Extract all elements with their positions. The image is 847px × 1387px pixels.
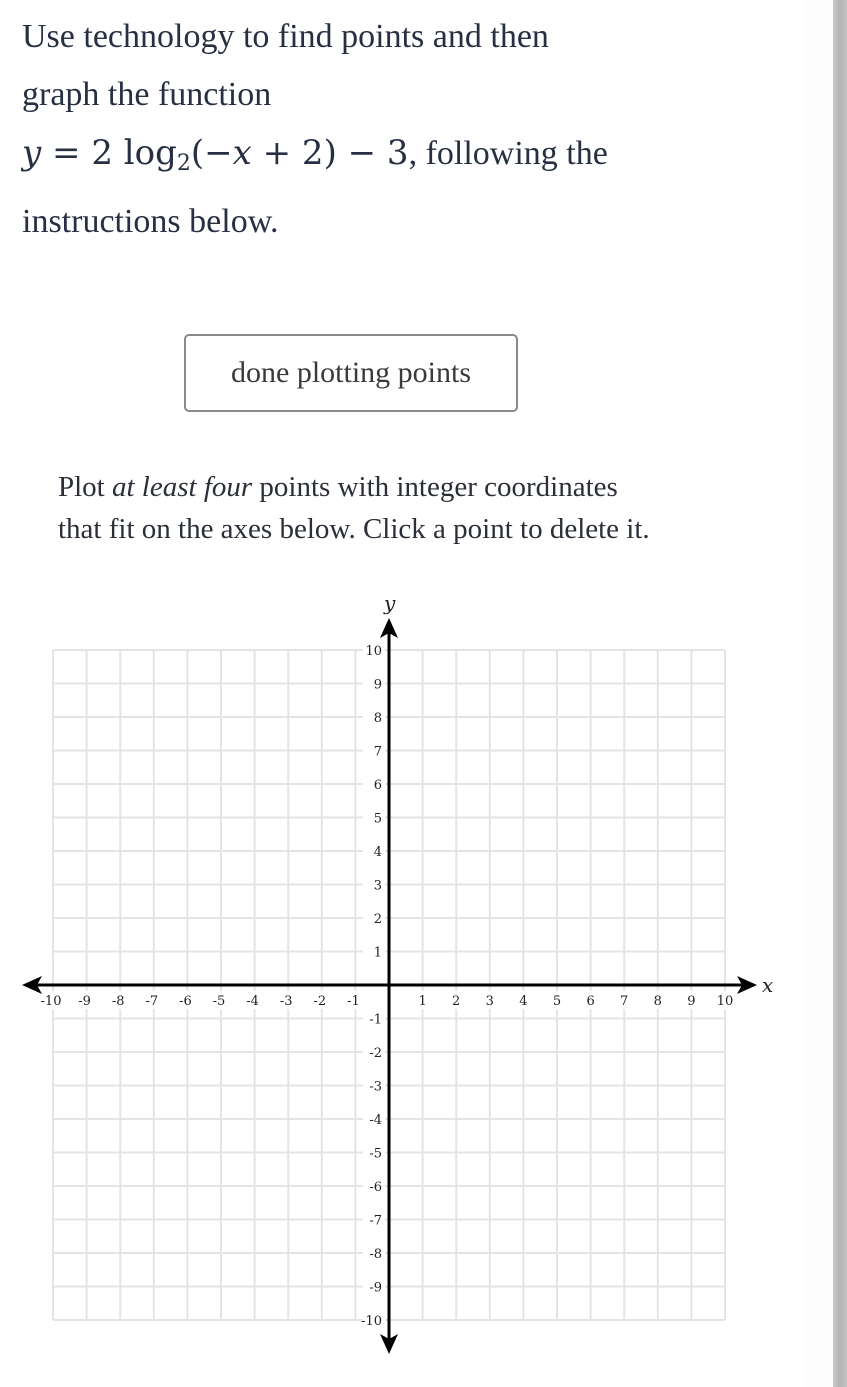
y-tick-label: 4 <box>374 845 382 860</box>
axes <box>22 618 757 1354</box>
x-tick-label: 5 <box>553 994 561 1009</box>
y-tick-label: 9 <box>374 678 382 693</box>
y-tick-label: 3 <box>374 879 382 894</box>
y-tick-label: -9 <box>369 1281 382 1296</box>
prompt-line-1: Use technology to find points and then <box>22 18 549 55</box>
y-tick-label: -5 <box>369 1147 382 1162</box>
coordinate-plane[interactable]: -10 -9 -8 -7 -6 -5 -4 -3 -2 -1 1 2 3 4 5 6 7 8 9 10 10 9 8 7 6 5 4… <box>0 580 800 1380</box>
x-tick-label: 10 <box>717 994 734 1009</box>
y-tick-label: 8 <box>374 711 382 726</box>
y-tick-label: 7 <box>374 745 382 760</box>
question-prompt: Use technology to find points and then g… <box>22 8 802 251</box>
function-equation: y = 2 log2(−x + 2) − 3 <box>22 133 409 176</box>
x-tick-label: -6 <box>179 994 192 1009</box>
y-tick-label: -1 <box>369 1013 382 1028</box>
x-tick-label: -4 <box>246 994 259 1009</box>
x-tick-label: -9 <box>78 994 91 1009</box>
emphasis-text: at least four <box>112 471 253 503</box>
scrollbar[interactable] <box>833 0 847 1387</box>
plot-instructions: Plot at least four points with integer c… <box>58 471 650 545</box>
y-tick-label: 5 <box>374 812 382 827</box>
prompt-line-2: graph the function <box>22 76 272 113</box>
x-axis-label: x <box>762 973 773 997</box>
y-tick-label: -4 <box>369 1113 382 1128</box>
x-tick-label: -5 <box>213 994 226 1009</box>
x-tick-label: 7 <box>620 994 628 1009</box>
x-tick-label: 1 <box>418 994 426 1009</box>
x-tick-label: 4 <box>519 994 527 1009</box>
y-tick-label: 1 <box>374 946 382 961</box>
y-tick-label: -3 <box>369 1080 382 1095</box>
y-tick-label: 10 <box>365 644 382 659</box>
x-tick-label: 2 <box>452 994 460 1009</box>
x-tick-label: 8 <box>654 994 662 1009</box>
x-tick-label: -8 <box>112 994 125 1009</box>
prompt-line-3: y = 2 log2(−x + 2) − 3, following the <box>22 133 608 176</box>
y-axis-label: y <box>383 591 396 615</box>
y-tick-label: -7 <box>369 1214 382 1229</box>
page-margin <box>805 0 833 1387</box>
y-tick-label: 2 <box>374 912 382 927</box>
y-tick-label: -10 <box>361 1314 382 1329</box>
y-tick-label: 6 <box>374 778 382 793</box>
prompt-line-4: instructions below. <box>22 203 279 240</box>
x-tick-label: -10 <box>41 994 62 1009</box>
x-tick-label: 9 <box>687 994 695 1009</box>
done-plotting-points-button[interactable]: done plotting points <box>184 334 518 412</box>
y-tick-label: -8 <box>369 1247 382 1262</box>
x-tick-label: -1 <box>347 994 360 1009</box>
x-tick-label: 3 <box>486 994 494 1009</box>
x-tick-label: -3 <box>280 994 293 1009</box>
y-tick-label: -2 <box>369 1046 382 1061</box>
y-tick-label: -6 <box>369 1180 382 1195</box>
x-tick-label: -7 <box>145 994 158 1009</box>
x-tick-label: -2 <box>313 994 326 1009</box>
x-tick-label: 6 <box>586 994 594 1009</box>
